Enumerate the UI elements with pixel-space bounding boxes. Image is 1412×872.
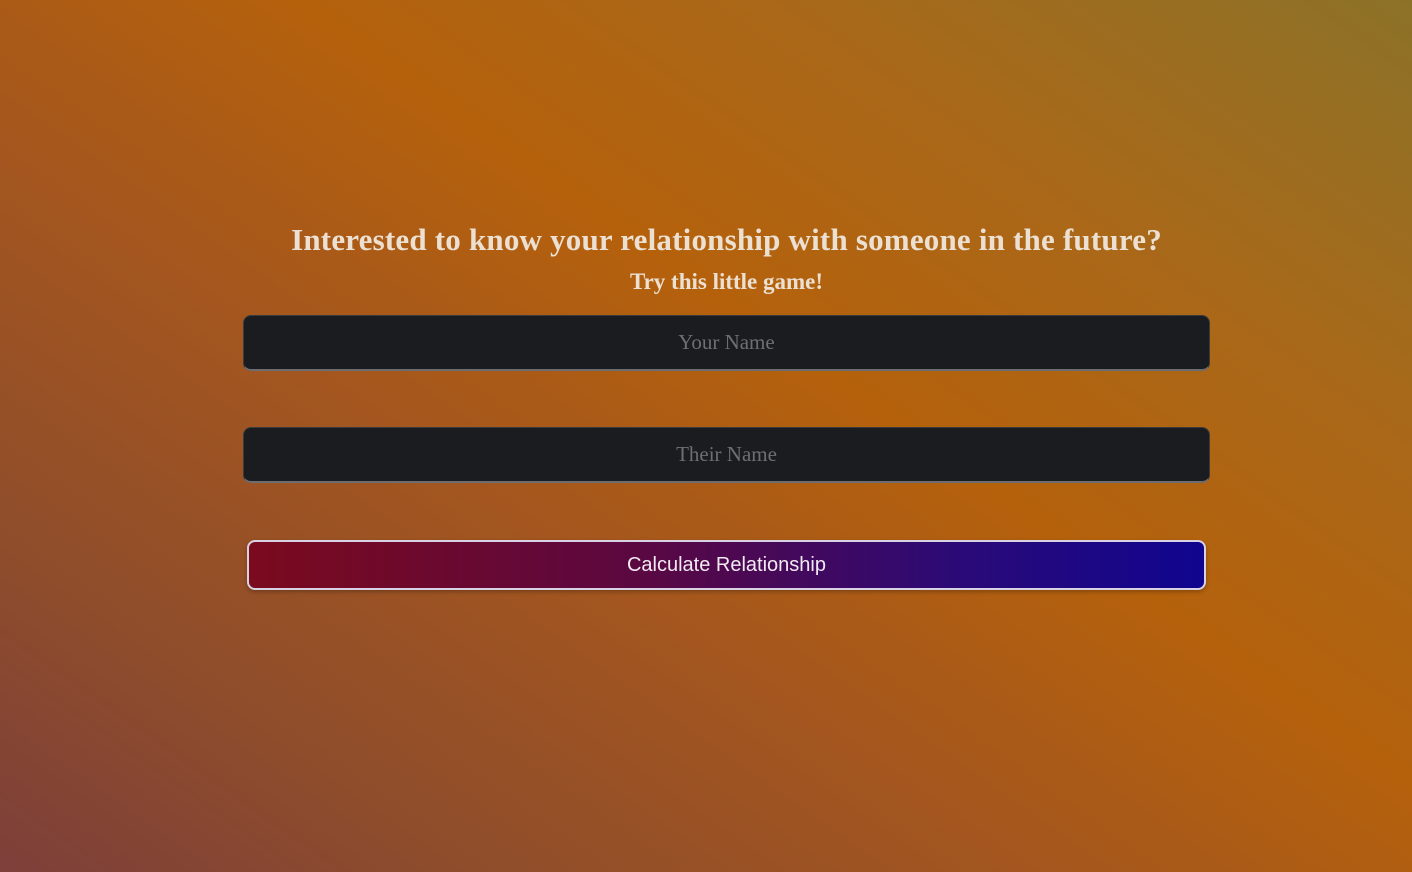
their-name-input[interactable] xyxy=(243,427,1210,483)
your-name-input[interactable] xyxy=(243,315,1210,371)
page-subtitle: Try this little game! xyxy=(629,269,824,294)
relationship-form-container: Interested to know your relationship wit… xyxy=(243,220,1210,590)
calculate-relationship-button[interactable]: Calculate Relationship xyxy=(247,540,1206,590)
page-title: Interested to know your relationship wit… xyxy=(291,222,1162,257)
